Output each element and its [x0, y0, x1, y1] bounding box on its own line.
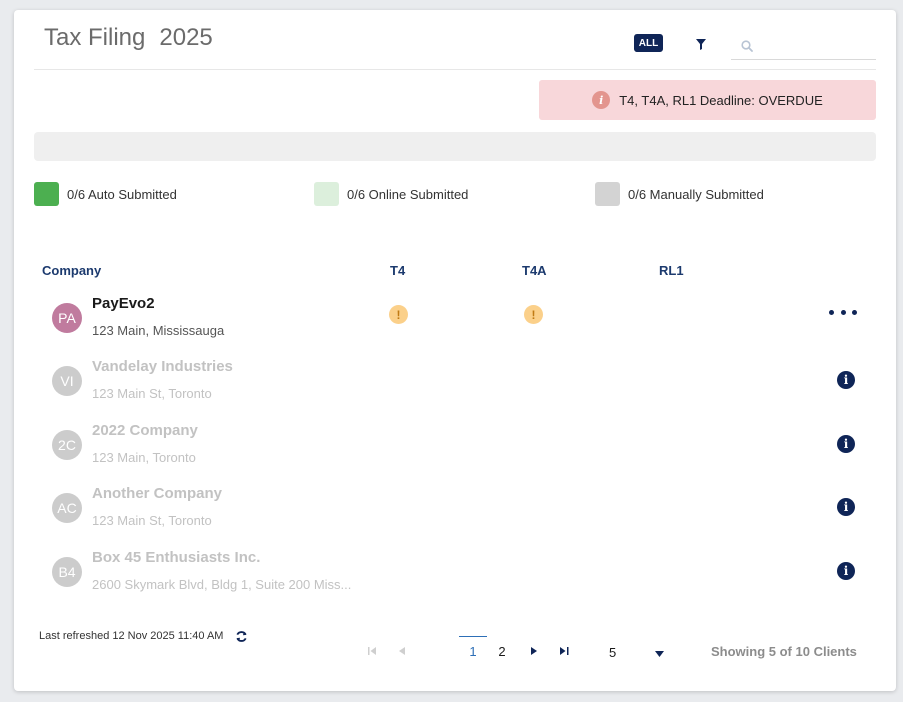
showing-count: Showing 5 of 10 Clients	[711, 644, 857, 659]
tax-filing-card: Tax Filing 2025 ALL i T4, T4A, RL1 Deadl…	[14, 10, 903, 691]
pagination: 1 2 5 Showing 5 of 10 Clients	[14, 635, 896, 665]
page-title-text: Tax Filing	[44, 24, 146, 51]
legend-online-swatch	[314, 182, 339, 206]
column-header-company[interactable]: Company	[42, 263, 101, 278]
page-2-button[interactable]: 2	[488, 644, 516, 659]
next-page-icon[interactable]	[528, 645, 540, 657]
company-address: 123 Main, Toronto	[92, 450, 196, 465]
company-address: 123 Main, Mississauga	[92, 323, 225, 338]
info-icon[interactable]: i	[837, 435, 855, 453]
submission-progress-bar	[34, 132, 876, 161]
first-page-icon[interactable]	[366, 645, 378, 657]
column-header-rl1[interactable]: RL1	[659, 263, 684, 278]
avatar: AC	[52, 493, 82, 523]
company-name[interactable]: Box 45 Enthusiasts Inc.	[92, 549, 260, 566]
table-row[interactable]: AC Another Company 123 Main St, Toronto …	[14, 485, 896, 548]
current-page-indicator	[459, 636, 487, 637]
company-name[interactable]: Another Company	[92, 485, 222, 502]
more-options-icon[interactable]	[829, 307, 857, 317]
table-row[interactable]: VI Vandelay Industries 123 Main St, Toro…	[14, 358, 896, 421]
legend-auto: 0/6 Auto Submitted	[34, 182, 177, 206]
legend-manual-swatch	[595, 182, 620, 206]
legend-online-label: 0/6 Online Submitted	[347, 186, 469, 202]
avatar: B4	[52, 557, 82, 587]
avatar: PA	[52, 303, 82, 333]
avatar: 2C	[52, 430, 82, 460]
table-row[interactable]: PA PayEvo2 123 Main, Mississauga ! !	[14, 295, 896, 358]
last-page-icon[interactable]	[558, 645, 570, 657]
company-address: 123 Main St, Toronto	[92, 386, 212, 401]
column-header-t4a[interactable]: T4A	[522, 263, 547, 278]
avatar: VI	[52, 366, 82, 396]
deadline-alert: i T4, T4A, RL1 Deadline: OVERDUE	[539, 80, 876, 120]
search-icon	[741, 39, 753, 52]
company-address: 123 Main St, Toronto	[92, 513, 212, 528]
t4-warning-icon[interactable]: !	[389, 305, 408, 324]
company-name[interactable]: 2022 Company	[92, 422, 198, 439]
filter-all-button[interactable]: ALL	[634, 34, 663, 52]
alert-info-icon: i	[592, 91, 611, 109]
header-divider	[34, 69, 876, 70]
legend-online: 0/6 Online Submitted	[314, 182, 468, 206]
legend-auto-label: 0/6 Auto Submitted	[67, 186, 177, 202]
t4a-warning-icon[interactable]: !	[524, 305, 543, 324]
page-1-button[interactable]: 1	[459, 644, 487, 659]
company-name[interactable]: PayEvo2	[92, 295, 155, 312]
previous-page-icon[interactable]	[396, 645, 408, 657]
info-icon[interactable]: i	[837, 498, 855, 516]
legend-manual-label: 0/6 Manually Submitted	[628, 186, 764, 202]
column-header-t4[interactable]: T4	[390, 263, 405, 278]
table-row[interactable]: B4 Box 45 Enthusiasts Inc. 2600 Skymark …	[14, 549, 896, 612]
legend-auto-swatch	[34, 182, 59, 206]
filter-icon[interactable]	[694, 37, 708, 51]
page-title: Tax Filing 2025	[44, 24, 213, 52]
company-address: 2600 Skymark Blvd, Bldg 1, Suite 200 Mis…	[92, 577, 352, 592]
info-icon[interactable]: i	[837, 371, 855, 389]
search-box	[731, 32, 903, 60]
legend-manual: 0/6 Manually Submitted	[595, 182, 764, 206]
table-row[interactable]: 2C 2022 Company 123 Main, Toronto i	[14, 422, 896, 485]
page-size-select[interactable]: 5	[604, 641, 664, 663]
chevron-down-icon	[655, 645, 664, 660]
page-size-value: 5	[609, 644, 617, 660]
search-input[interactable]	[753, 33, 903, 58]
page-title-year: 2025	[159, 24, 213, 51]
deadline-alert-text: T4, T4A, RL1 Deadline: OVERDUE	[619, 92, 823, 108]
info-icon[interactable]: i	[837, 562, 855, 580]
company-name[interactable]: Vandelay Industries	[92, 358, 233, 375]
